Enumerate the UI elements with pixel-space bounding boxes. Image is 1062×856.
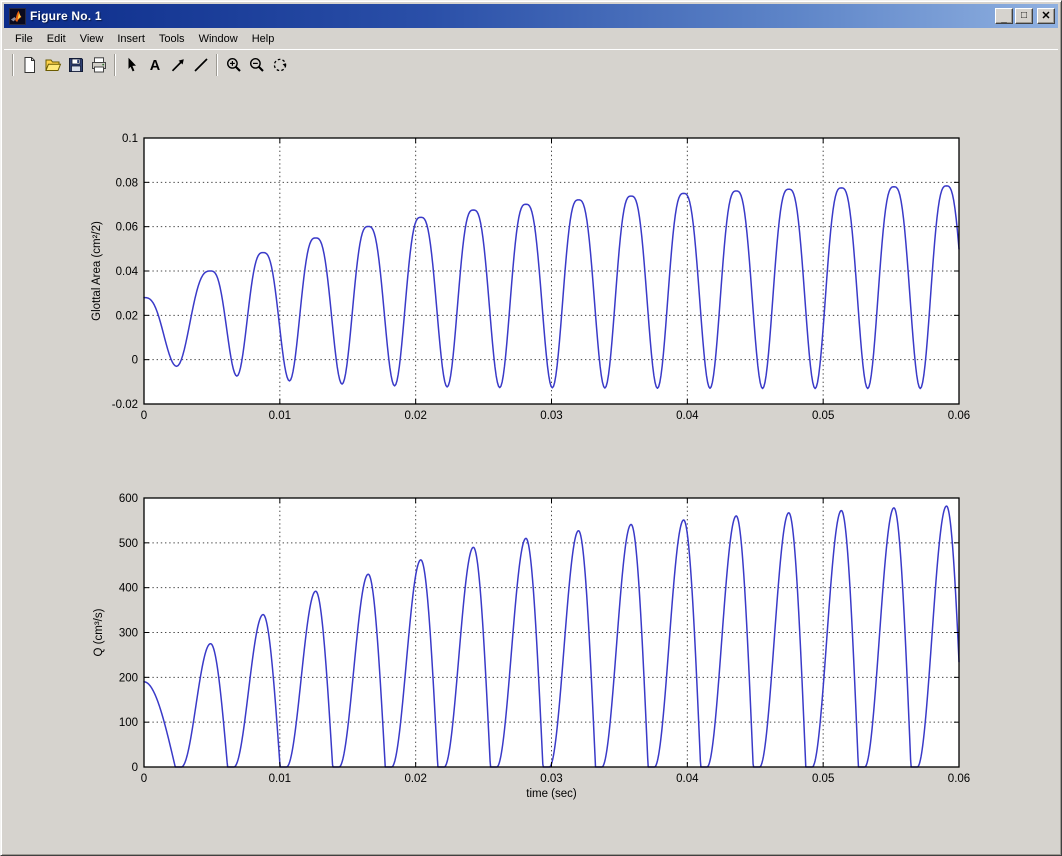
window-controls: _ □ ✕ — [995, 8, 1055, 24]
y-tick-label: 600 — [119, 493, 138, 505]
new-file-icon — [21, 56, 39, 74]
insert-text-button[interactable]: A — [143, 53, 166, 77]
save-icon — [67, 56, 85, 74]
rotate-3d-icon — [271, 56, 289, 74]
toolbar-separator — [12, 54, 14, 76]
matlab-logo-icon — [9, 8, 26, 25]
x-tick-label: 0 — [141, 410, 147, 422]
y-tick-label: 0.04 — [116, 266, 139, 278]
y-axis-label: Q (cm³/s) — [93, 608, 105, 656]
x-tick-label: 0.03 — [540, 773, 562, 785]
menu-item-tools[interactable]: Tools — [152, 31, 192, 47]
matlab-figure-window: Figure No. 1 _ □ ✕ FileEditViewInsertToo… — [0, 0, 1062, 856]
subplot-1: 00.010.020.030.040.050.06-0.0200.020.040… — [91, 133, 970, 422]
x-tick-label: 0.04 — [676, 773, 699, 785]
close-button[interactable]: ✕ — [1037, 8, 1055, 24]
insert-line-button[interactable] — [189, 53, 212, 77]
x-tick-label: 0.04 — [676, 410, 699, 422]
zoom-out-button[interactable] — [245, 53, 268, 77]
plots-svg: 00.010.020.030.040.050.06-0.0200.020.040… — [4, 80, 1060, 854]
menu-item-help[interactable]: Help — [245, 31, 282, 47]
rotate-3d-button[interactable] — [268, 53, 291, 77]
insert-text-icon: A — [146, 56, 164, 74]
print-button[interactable] — [87, 53, 110, 77]
y-tick-label: 0.1 — [122, 133, 138, 145]
x-tick-label: 0.02 — [404, 410, 426, 422]
minimize-button[interactable]: _ — [995, 8, 1013, 24]
x-tick-label: 0.01 — [269, 410, 291, 422]
toolbar-separator — [114, 54, 116, 76]
zoom-in-button[interactable] — [222, 53, 245, 77]
zoom-out-icon — [248, 56, 266, 74]
pointer-button[interactable] — [120, 53, 143, 77]
y-tick-label: -0.02 — [112, 399, 138, 411]
y-tick-label: 300 — [119, 628, 138, 640]
open-file-button[interactable] — [41, 53, 64, 77]
y-tick-label: 0.08 — [116, 177, 138, 189]
menu-bar: FileEditViewInsertToolsWindowHelp — [4, 29, 1058, 48]
y-tick-label: 200 — [119, 672, 138, 684]
y-tick-label: 500 — [119, 538, 138, 550]
x-tick-label: 0.06 — [948, 410, 970, 422]
x-tick-label: 0 — [141, 773, 147, 785]
print-icon — [90, 56, 108, 74]
insert-arrow-icon — [169, 56, 187, 74]
new-file-button[interactable] — [18, 53, 41, 77]
x-tick-label: 0.05 — [812, 773, 834, 785]
x-tick-label: 0.03 — [540, 410, 562, 422]
y-tick-label: 0 — [132, 762, 138, 774]
menu-item-window[interactable]: Window — [192, 31, 245, 47]
menu-item-file[interactable]: File — [8, 31, 40, 47]
zoom-in-icon — [225, 56, 243, 74]
maximize-button[interactable]: □ — [1015, 8, 1033, 24]
menu-item-view[interactable]: View — [73, 31, 111, 47]
pointer-icon — [123, 56, 141, 74]
y-tick-label: 400 — [119, 583, 138, 595]
x-tick-label: 0.02 — [404, 773, 426, 785]
y-axis-label: Glottal Area (cm²/2) — [91, 221, 103, 321]
toolbar-separator — [216, 54, 218, 76]
menu-item-insert[interactable]: Insert — [110, 31, 152, 47]
window-title: Figure No. 1 — [30, 9, 995, 23]
x-axis-label: time (sec) — [526, 788, 577, 800]
x-tick-label: 0.06 — [948, 773, 970, 785]
y-tick-label: 0 — [132, 355, 138, 367]
insert-line-icon — [192, 56, 210, 74]
title-bar[interactable]: Figure No. 1 _ □ ✕ — [4, 4, 1058, 28]
open-file-icon — [44, 56, 62, 74]
save-button[interactable] — [64, 53, 87, 77]
menu-item-edit[interactable]: Edit — [40, 31, 73, 47]
x-tick-label: 0.01 — [269, 773, 291, 785]
svg-text:A: A — [149, 58, 160, 74]
y-tick-label: 0.02 — [116, 310, 138, 322]
toolbar: A — [4, 49, 1058, 79]
figure-canvas: 00.010.020.030.040.050.06-0.0200.020.040… — [4, 80, 1058, 852]
y-tick-label: 100 — [119, 717, 138, 729]
x-tick-label: 0.05 — [812, 410, 834, 422]
subplot-2: 0 0.01 0.02 0.03 0.04 0.05 0.06 0 100 200 300 400 50… — [93, 493, 970, 800]
insert-arrow-button[interactable] — [166, 53, 189, 77]
y-tick-label: 0.06 — [116, 222, 138, 234]
